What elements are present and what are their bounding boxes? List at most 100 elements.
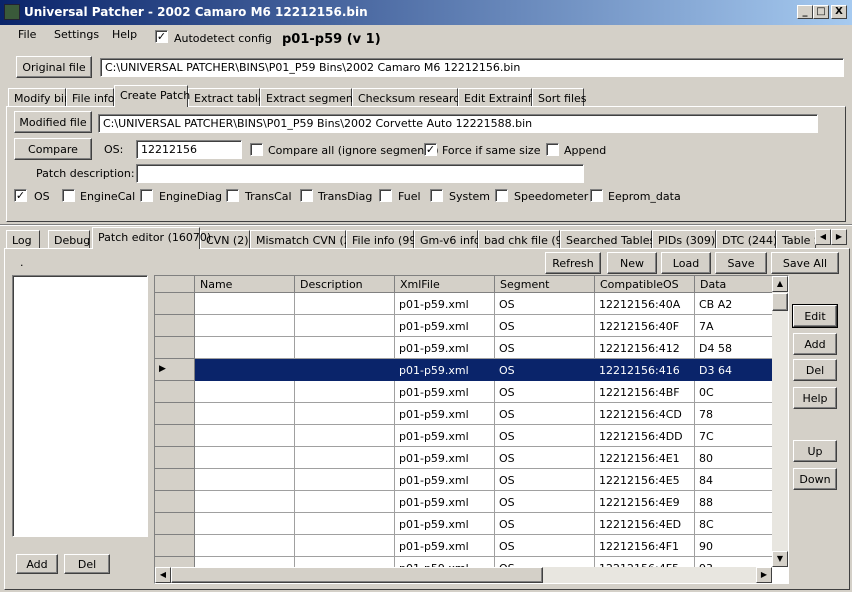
tab-modify-bin[interactable]: Modify bin bbox=[8, 88, 71, 107]
maximize-button[interactable]: □ bbox=[813, 5, 829, 19]
cell-xmlfile[interactable]: p01-p59.xml bbox=[395, 293, 495, 315]
row-header[interactable] bbox=[155, 447, 195, 469]
cell-name[interactable] bbox=[195, 359, 295, 381]
compare-button[interactable]: Compare bbox=[14, 138, 92, 160]
row-header[interactable] bbox=[155, 403, 195, 425]
tab-log[interactable]: Log bbox=[6, 230, 40, 249]
cell-description[interactable] bbox=[295, 381, 395, 403]
tab-create-patch[interactable]: Create Patch bbox=[114, 85, 190, 107]
cell-segment[interactable]: OS bbox=[495, 337, 595, 359]
side-add-button[interactable]: Add bbox=[793, 333, 837, 355]
load-button[interactable]: Load bbox=[661, 252, 711, 274]
row-header[interactable] bbox=[155, 469, 195, 491]
append-checkbox[interactable] bbox=[546, 143, 559, 156]
table-row[interactable]: p01-p59.xml OS 12212156:4ED 8C bbox=[155, 513, 772, 535]
tab-debug[interactable]: Debug bbox=[48, 230, 90, 249]
cell-data[interactable]: CB A2 bbox=[695, 293, 772, 315]
cell-compatibleos[interactable]: 12212156:40A bbox=[595, 293, 695, 315]
segment-os-checkbox[interactable]: ✓ bbox=[14, 189, 27, 202]
cell-segment[interactable]: OS bbox=[495, 403, 595, 425]
cell-description[interactable] bbox=[295, 315, 395, 337]
force-checkbox[interactable]: ✓ bbox=[424, 143, 437, 156]
cell-segment[interactable]: OS bbox=[495, 447, 595, 469]
cell-name[interactable] bbox=[195, 315, 295, 337]
header-compatibleos[interactable]: CompatibleOS bbox=[595, 276, 695, 293]
table-row[interactable]: p01-p59.xmlOS12212156:4F593 bbox=[155, 557, 772, 567]
save-all-button[interactable]: Save All bbox=[771, 252, 839, 274]
row-header[interactable] bbox=[155, 315, 195, 337]
scroll-left-icon[interactable]: ◀ bbox=[155, 567, 171, 583]
splitter[interactable] bbox=[0, 224, 852, 226]
cell-segment[interactable]: OS bbox=[495, 359, 595, 381]
cell-description[interactable] bbox=[295, 469, 395, 491]
tab-edit-extrainfo[interactable]: Edit Extrainfo bbox=[458, 88, 538, 107]
cell-data[interactable]: 80 bbox=[695, 447, 772, 469]
segment-transcal-checkbox[interactable] bbox=[226, 189, 239, 202]
cell-compatibleos[interactable]: 12212156:4E5 bbox=[595, 469, 695, 491]
cell-xmlfile[interactable]: p01-p59.xml bbox=[395, 469, 495, 491]
tab-extract-table[interactable]: Extract table bbox=[188, 88, 265, 107]
row-header[interactable] bbox=[155, 513, 195, 535]
cell-data[interactable]: D4 58 bbox=[695, 337, 772, 359]
cell-name[interactable] bbox=[195, 513, 295, 535]
cell-data[interactable]: 84 bbox=[695, 469, 772, 491]
tab-scroll-right-icon[interactable]: ▶ bbox=[831, 229, 847, 245]
cell-compatibleos[interactable]: 12212156:4DD bbox=[595, 425, 695, 447]
cell-name[interactable] bbox=[195, 447, 295, 469]
hscroll-thumb[interactable] bbox=[171, 567, 543, 583]
cell-compatibleos[interactable]: 12212156:4F5 bbox=[595, 557, 695, 567]
tab-pids[interactable]: PIDs (309) bbox=[652, 230, 716, 249]
menu-help[interactable]: Help bbox=[112, 28, 137, 41]
vscroll-thumb[interactable] bbox=[772, 293, 788, 311]
compare-all-checkbox[interactable] bbox=[250, 143, 263, 156]
patch-description-field[interactable] bbox=[136, 164, 584, 183]
up-button[interactable]: Up bbox=[793, 440, 837, 462]
side-del-button[interactable]: Del bbox=[793, 359, 837, 381]
cell-data[interactable]: 8C bbox=[695, 513, 772, 535]
cell-xmlfile[interactable]: p01-p59.xml bbox=[395, 535, 495, 557]
list-del-button[interactable]: Del bbox=[64, 554, 110, 574]
row-header[interactable] bbox=[155, 491, 195, 513]
patch-list[interactable] bbox=[12, 275, 148, 537]
cell-description[interactable] bbox=[295, 447, 395, 469]
segment-enginediag-checkbox[interactable] bbox=[140, 189, 153, 202]
cell-data[interactable]: 0C bbox=[695, 381, 772, 403]
tab-scroll-left-icon[interactable]: ◀ bbox=[815, 229, 831, 245]
modified-file-path[interactable]: C:\UNIVERSAL PATCHER\BINS\P01_P59 Bins\2… bbox=[98, 114, 818, 133]
cell-description[interactable] bbox=[295, 293, 395, 315]
table-row[interactable]: p01-p59.xml OS 12212156:4CD 78 bbox=[155, 403, 772, 425]
os-field[interactable]: 12212156 bbox=[136, 140, 242, 159]
cell-xmlfile[interactable]: p01-p59.xml bbox=[395, 359, 495, 381]
grid-vscrollbar[interactable] bbox=[772, 276, 788, 567]
cell-description[interactable] bbox=[295, 491, 395, 513]
table-row[interactable]: p01-p59.xml OS 12212156:412 D4 58 bbox=[155, 337, 772, 359]
cell-compatibleos[interactable]: 12212156:412 bbox=[595, 337, 695, 359]
cell-data[interactable]: 90 bbox=[695, 535, 772, 557]
cell-xmlfile[interactable]: p01-p59.xml bbox=[395, 315, 495, 337]
cell-compatibleos[interactable]: 12212156:4E9 bbox=[595, 491, 695, 513]
table-row[interactable]: p01-p59.xml OS 12212156:4DD 7C bbox=[155, 425, 772, 447]
cell-name[interactable] bbox=[195, 469, 295, 491]
cell-segment[interactable]: OS bbox=[495, 535, 595, 557]
cell-segment[interactable]: OS bbox=[495, 315, 595, 337]
original-file-button[interactable]: Original file bbox=[16, 56, 92, 78]
minimize-button[interactable]: _ bbox=[797, 5, 813, 19]
cell-segment[interactable]: OS bbox=[495, 293, 595, 315]
table-row[interactable]: p01-p59.xml OS 12212156:4E5 84 bbox=[155, 469, 772, 491]
tab-table-s[interactable]: Table S bbox=[776, 230, 816, 249]
cell-compatibleos[interactable]: 12212156:4ED bbox=[595, 513, 695, 535]
cell-description[interactable] bbox=[295, 359, 395, 381]
tab-file-info[interactable]: File info bbox=[66, 88, 115, 107]
segment-speedometer-checkbox[interactable] bbox=[495, 189, 508, 202]
cell-compatibleos[interactable]: 12212156:4BF bbox=[595, 381, 695, 403]
cell-description[interactable] bbox=[295, 425, 395, 447]
cell-data[interactable]: 7C bbox=[695, 425, 772, 447]
menu-file[interactable]: File bbox=[18, 28, 36, 41]
row-header[interactable] bbox=[155, 535, 195, 557]
segment-transdiag-checkbox[interactable] bbox=[300, 189, 313, 202]
cell-name[interactable] bbox=[195, 337, 295, 359]
new-button[interactable]: New bbox=[607, 252, 657, 274]
scroll-right-icon[interactable]: ▶ bbox=[756, 567, 772, 583]
list-add-button[interactable]: Add bbox=[16, 554, 58, 574]
cell-name[interactable] bbox=[195, 293, 295, 315]
